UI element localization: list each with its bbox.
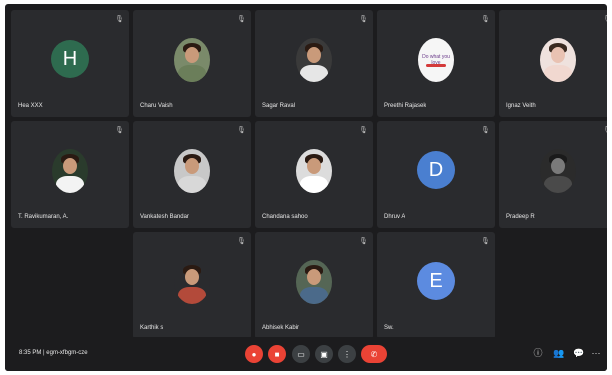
participant-tile[interactable]: 🎙 E Sw. [377, 232, 495, 339]
participant-tile[interactable]: 🎙 D Dhruv A [377, 121, 495, 228]
meeting-time-code: 8:35 PM | egm-xfbgm-cze [19, 350, 88, 356]
present-button[interactable]: ▣ [315, 345, 333, 363]
participant-tile[interactable]: 🎙 Do what you love Preethi Rajasek [377, 10, 495, 117]
mic-muted-icon: 🎙 [603, 16, 607, 24]
participant-logo: Do what you love [418, 38, 454, 82]
participant-photo [540, 38, 576, 82]
participant-photo [540, 149, 576, 193]
chat-icon[interactable]: 💬 [573, 348, 584, 358]
info-icon[interactable]: ⓘ [533, 348, 543, 358]
camera-off-icon: ■ [274, 349, 280, 359]
participant-avatar: D [417, 151, 455, 189]
end-call-button[interactable]: ✆ [361, 345, 387, 363]
more-icon: ⋮ [343, 349, 351, 359]
participant-tile[interactable]: 🎙 Sagar Raval [255, 10, 373, 117]
participant-photo [174, 149, 210, 193]
participant-tile[interactable]: 🎙 H Hea XXX [11, 10, 129, 117]
participant-photo [52, 149, 88, 193]
participant-tile[interactable]: 🎙 Charu Vaish [133, 10, 251, 117]
mic-muted-icon: 🎙 [237, 127, 246, 134]
captions-button[interactable]: ▭ [292, 345, 310, 363]
meeting-screen: 🎙 H Hea XXX 🎙 Charu Vaish 🎙 Sagar Raval … [5, 4, 607, 371]
end-call-icon: ✆ [370, 349, 378, 359]
captions-icon: ▭ [297, 349, 305, 359]
participant-name: Dhruv A [384, 214, 406, 220]
participant-photo [296, 260, 332, 304]
mic-muted-icon: 🎙 [481, 127, 490, 134]
avatar-letter: H [62, 47, 78, 70]
meeting-controls-bar: 8:35 PM | egm-xfbgm-cze ● ■ ▭ ▣ ⋮ ✆ ⓘ 👥 … [5, 337, 607, 371]
camera-toggle-button[interactable]: ■ [268, 345, 286, 363]
participant-tile[interactable]: 🎙 Ignaz Veith [499, 10, 607, 117]
participant-tile[interactable]: 🎙 Chandana sahoo [255, 121, 373, 228]
mic-off-icon: ● [251, 349, 257, 359]
avatar-letter: E [429, 269, 443, 292]
mic-muted-icon: 🎙 [481, 16, 490, 23]
participant-name: Chandana sahoo [262, 214, 308, 220]
mic-muted-icon: 🎙 [603, 127, 607, 135]
participant-tile[interactable]: 🎙 Karthik s [133, 232, 251, 339]
meeting-code: egm-xfbgm-cze [46, 350, 88, 356]
participant-photo [174, 260, 210, 304]
avatar-letter: D [428, 158, 444, 181]
separator: | [43, 350, 45, 356]
participant-name: Vankatesh Bandar [140, 214, 189, 220]
participant-name: Sw. [384, 325, 394, 331]
participant-photo [296, 149, 332, 193]
participant-tile[interactable]: 🎙 Abhisek Kabir [255, 232, 373, 339]
participant-photo [174, 38, 210, 82]
mic-toggle-button[interactable]: ● [245, 345, 263, 363]
participant-name: Pradeep R [506, 214, 535, 220]
mic-muted-icon: 🎙 [115, 16, 124, 23]
participant-tile[interactable]: 🎙 Pradeep R [499, 121, 607, 228]
present-icon: ▣ [320, 349, 328, 359]
participant-name: Preethi Rajasek [384, 103, 427, 109]
mic-muted-icon: 🎙 [359, 238, 368, 245]
participant-name: Abhisek Kabir [262, 325, 300, 331]
mic-muted-icon: 🎙 [237, 238, 246, 245]
participant-name: Hea XXX [18, 103, 43, 109]
activities-icon[interactable]: ⋯ [591, 348, 601, 358]
mic-muted-icon: 🎙 [359, 127, 368, 134]
mic-muted-icon: 🎙 [359, 16, 368, 23]
mic-muted-icon: 🎙 [237, 16, 246, 23]
participant-avatar: E [417, 262, 455, 300]
participant-photo [296, 38, 332, 82]
more-options-button[interactable]: ⋮ [338, 345, 356, 363]
participant-avatar: H [51, 40, 89, 78]
participant-tile[interactable]: 🎙 Vankatesh Bandar [133, 121, 251, 228]
participant-name: T. Ravikumaran, A. [18, 214, 69, 220]
participant-name: Ignaz Veith [506, 103, 536, 109]
participant-name: Sagar Raval [262, 103, 296, 109]
participant-tile[interactable]: 🎙 T. Ravikumaran, A. [11, 121, 129, 228]
participant-name: Charu Vaish [140, 103, 173, 109]
participant-name: Karthik s [140, 325, 164, 331]
people-icon[interactable]: 👥 [553, 348, 564, 358]
mic-muted-icon: 🎙 [115, 127, 124, 134]
meeting-time: 8:35 PM [19, 350, 42, 356]
mic-muted-icon: 🎙 [481, 238, 490, 245]
